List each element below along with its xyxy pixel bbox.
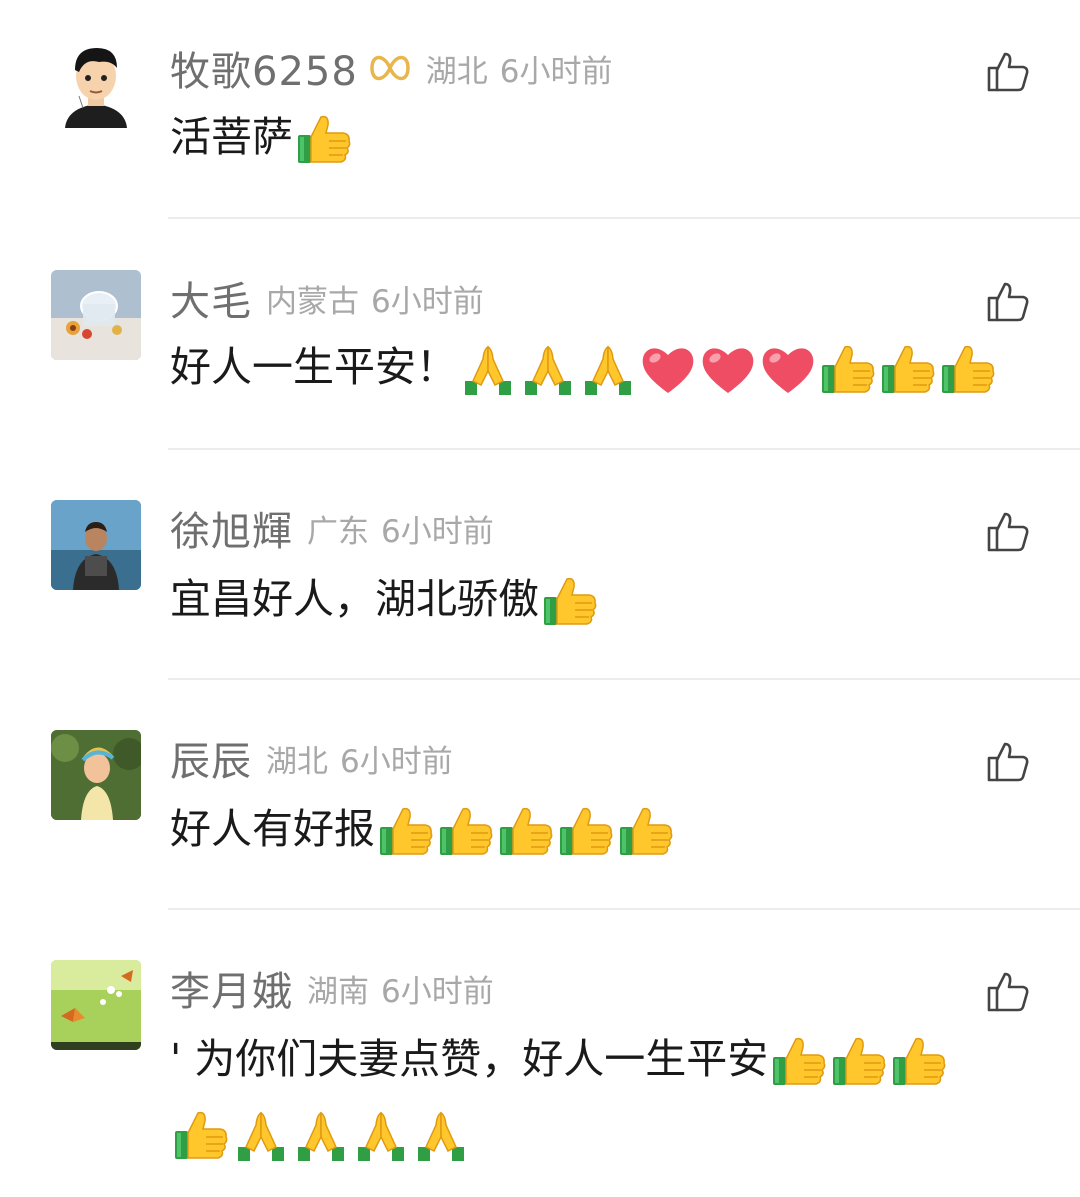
comment-time: 6小时前 <box>340 743 453 780</box>
emoji-row <box>375 792 675 866</box>
divider <box>168 448 1080 450</box>
pray-emoji-icon <box>519 341 577 399</box>
thumbs-up-emoji-icon <box>819 341 877 399</box>
like-button[interactable] <box>985 740 1031 784</box>
heart-emoji-icon <box>759 341 817 399</box>
pray-emoji-icon <box>352 1107 410 1165</box>
comment-region: 广东 <box>307 513 369 550</box>
comment-text: 宜昌好人，湖北骄傲 <box>170 562 599 636</box>
comment-time: 6小时前 <box>381 973 494 1010</box>
divider <box>168 678 1080 680</box>
comment-text: 活菩萨 <box>170 100 353 174</box>
username[interactable]: 牧歌6258 <box>170 39 358 97</box>
comment-region: 湖北 <box>425 53 488 90</box>
avatar[interactable] <box>51 38 141 128</box>
username[interactable]: 徐旭輝 <box>170 499 293 557</box>
emoji-row <box>539 562 599 636</box>
thumbs-up-emoji-icon <box>295 111 353 169</box>
thumbs-up-emoji-icon <box>541 573 599 631</box>
thumbs-up-emoji-icon <box>879 341 937 399</box>
divider <box>168 217 1080 219</box>
heart-emoji-icon <box>699 341 757 399</box>
pray-emoji-icon <box>459 341 517 399</box>
comment-region: 湖南 <box>307 973 369 1010</box>
comment-text: 好人一生平安！ <box>170 330 997 404</box>
thumbs-up-emoji-icon <box>617 803 675 861</box>
avatar[interactable] <box>51 960 141 1050</box>
comment-text-body: 活菩萨 <box>170 113 293 161</box>
comment-region: 内蒙古 <box>266 283 359 320</box>
thumbs-up-outline-icon <box>987 512 1029 552</box>
pray-emoji-icon <box>412 1107 470 1165</box>
comment-text-body: 好人有好报 <box>170 805 375 853</box>
like-button[interactable] <box>985 970 1031 1014</box>
heart-emoji-icon <box>639 341 697 399</box>
comment-text: 好人有好报 <box>170 792 675 866</box>
like-button[interactable] <box>985 50 1031 94</box>
thumbs-up-emoji-icon <box>437 803 495 861</box>
like-button[interactable] <box>985 510 1031 554</box>
pray-emoji-icon <box>232 1107 290 1165</box>
comment-time: 6小时前 <box>381 513 494 550</box>
comment-text-line2 <box>170 1096 470 1170</box>
username[interactable]: 李月娥 <box>170 959 293 1017</box>
like-button[interactable] <box>985 280 1031 324</box>
comment-meta: 辰辰 湖北 6小时前 <box>170 730 453 786</box>
pray-emoji-icon <box>292 1107 350 1165</box>
thumbs-up-emoji-icon <box>172 1107 230 1165</box>
comment-meta: 大毛 内蒙古 6小时前 <box>170 270 484 326</box>
thumbs-up-outline-icon <box>987 742 1029 782</box>
emoji-row <box>457 330 997 404</box>
avatar[interactable] <box>51 270 141 360</box>
thumbs-up-outline-icon <box>987 282 1029 322</box>
emoji-row <box>768 1022 948 1096</box>
thumbs-up-emoji-icon <box>830 1033 888 1091</box>
thumbs-up-emoji-icon <box>497 803 555 861</box>
comment-meta: 徐旭輝 广东 6小时前 <box>170 500 494 556</box>
comment-time: 6小时前 <box>499 53 613 90</box>
thumbs-up-emoji-icon <box>939 341 997 399</box>
thumbs-up-emoji-icon <box>377 803 435 861</box>
comment-time: 6小时前 <box>371 283 484 320</box>
comment-list: 牧歌6258 湖北 6小时前 活菩萨 大毛 内蒙古 6小时前 好人一生平安！ 徐… <box>0 0 1080 1197</box>
comment-meta: 牧歌6258 湖北 6小时前 <box>170 40 613 96</box>
comment-text-body: ' 为你们夫妻点赞，好人一生平安 <box>170 1035 769 1083</box>
comment-text-body: 宜昌好人，湖北骄傲 <box>170 575 539 623</box>
comment-text-body: 好人一生平安！ <box>170 343 457 391</box>
thumbs-up-emoji-icon <box>890 1033 948 1091</box>
avatar[interactable] <box>51 730 141 820</box>
comment-meta: 李月娥 湖南 6小时前 <box>170 960 494 1016</box>
vip-badge-icon <box>368 50 412 86</box>
avatar[interactable] <box>51 500 141 590</box>
emoji-row <box>293 100 353 174</box>
thumbs-up-emoji-icon <box>770 1033 828 1091</box>
comment-region: 湖北 <box>266 743 328 780</box>
divider <box>168 908 1080 910</box>
thumbs-up-emoji-icon <box>557 803 615 861</box>
pray-emoji-icon <box>579 341 637 399</box>
username[interactable]: 大毛 <box>170 269 252 327</box>
username[interactable]: 辰辰 <box>170 729 252 787</box>
thumbs-up-outline-icon <box>987 972 1029 1012</box>
emoji-row <box>170 1096 470 1170</box>
comment-text: ' 为你们夫妻点赞，好人一生平安 <box>170 1022 948 1096</box>
thumbs-up-outline-icon <box>987 52 1029 92</box>
